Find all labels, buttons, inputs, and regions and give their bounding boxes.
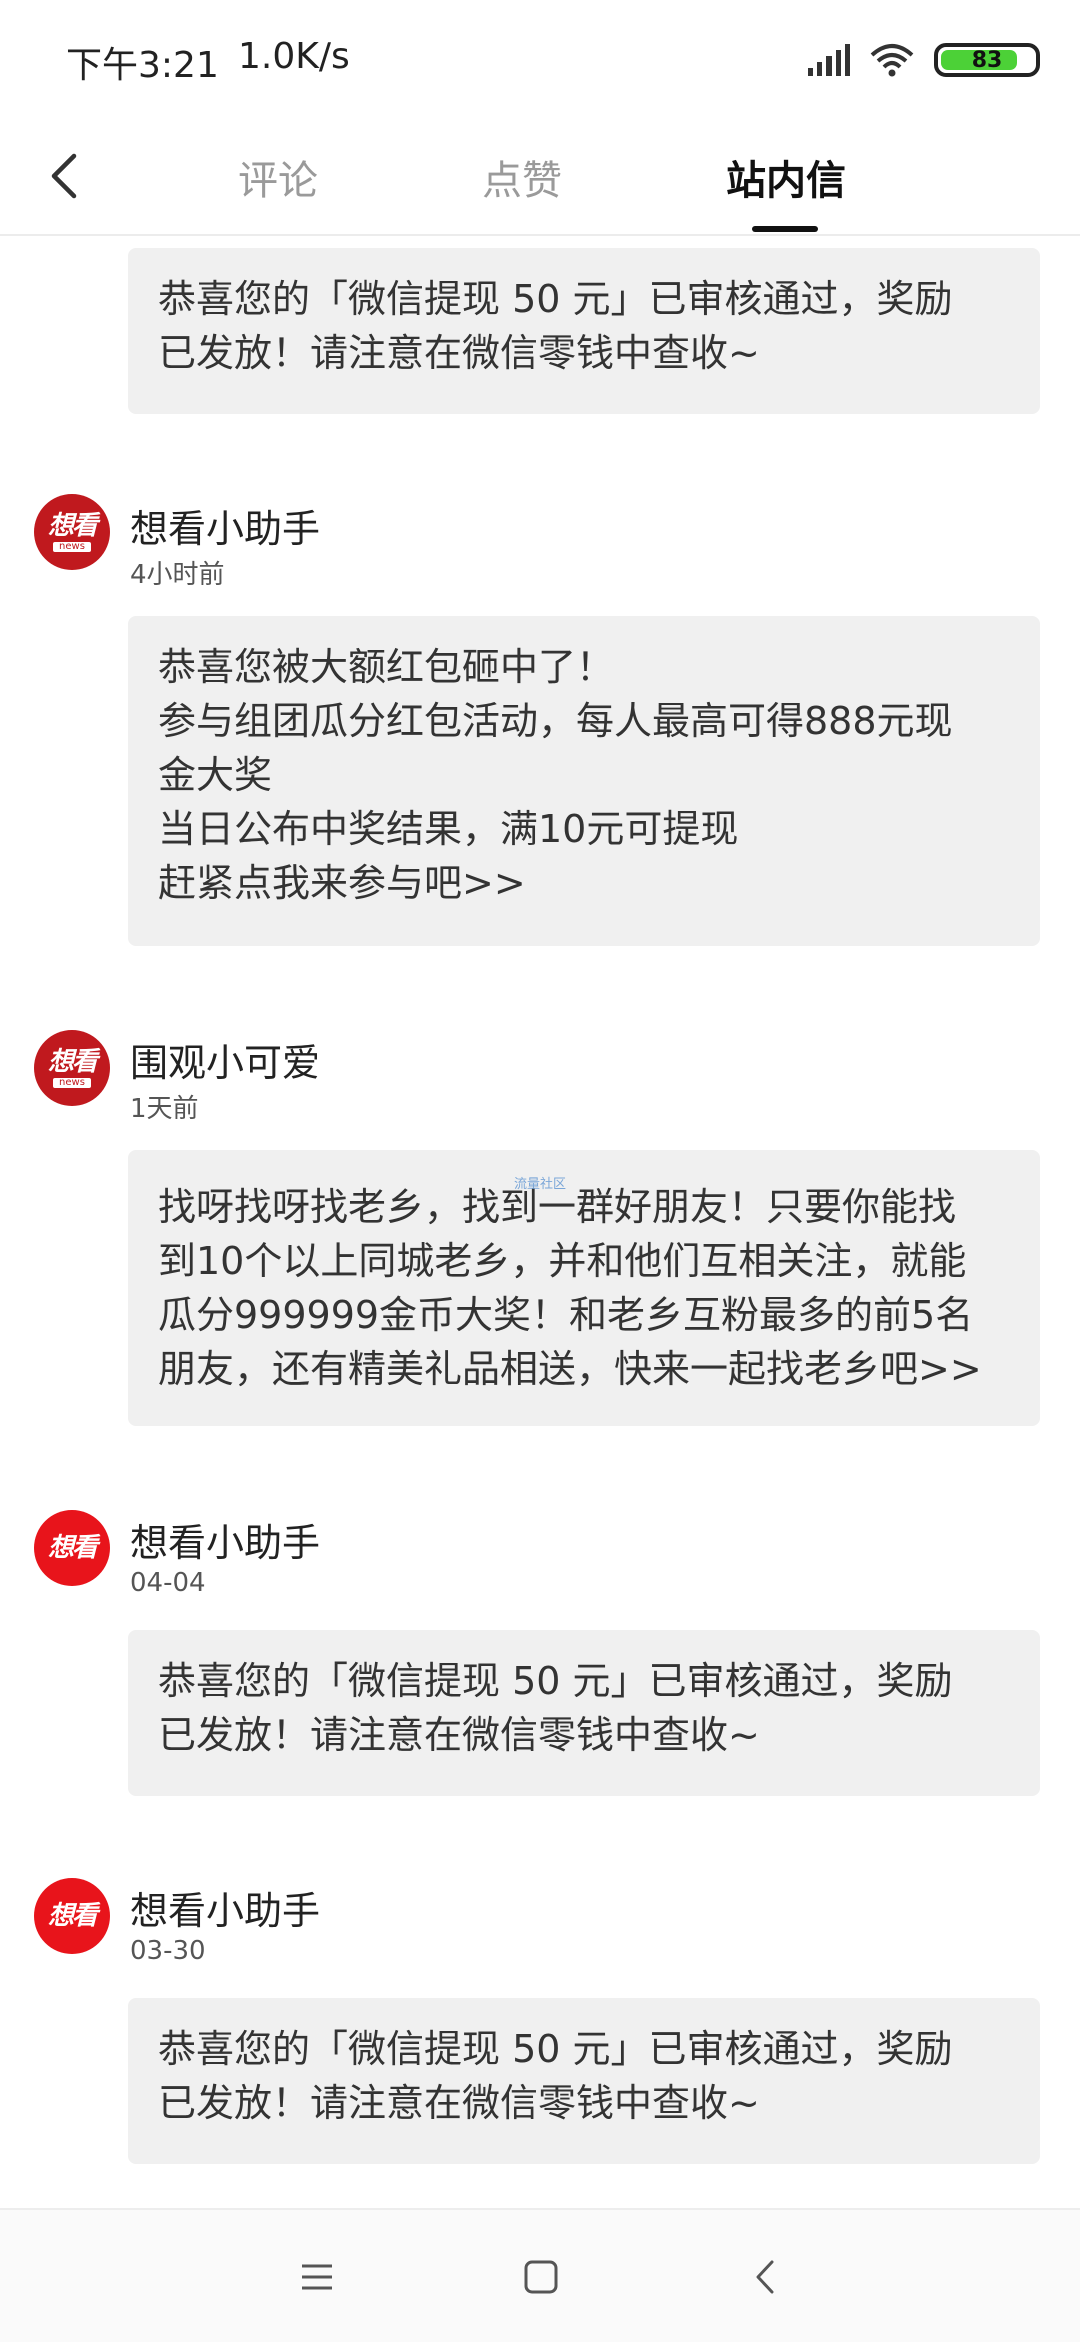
sender-name[interactable]: 想看小助手 bbox=[130, 498, 320, 553]
tab-inbox[interactable]: 站内信 bbox=[726, 148, 846, 206]
avatar[interactable]: 想看 news bbox=[34, 494, 110, 570]
avatar-logo-text: 想看 bbox=[47, 1533, 98, 1563]
message-line: 瓜分999999金币大奖！和老乡互粉最多的前5名 bbox=[158, 1293, 974, 1337]
message-bubble[interactable]: 恭喜您的「微信提现 50 元」已审核通过，奖励 已发放！请注意在微信零钱中查收~ bbox=[128, 1630, 1040, 1796]
system-nav-bar bbox=[0, 2208, 1080, 2342]
message-bubble[interactable]: 恭喜您被大额红包砸中了！ 参与组团瓜分红包活动，每人最高可得888元现 金大奖 … bbox=[128, 616, 1040, 946]
avatar[interactable]: 想看 bbox=[34, 1878, 110, 1954]
battery-icon: 83 bbox=[934, 43, 1040, 77]
message-line: 当日公布中奖结果，满10元可提现 bbox=[158, 807, 739, 851]
avatar-logo-text: 想看 bbox=[47, 1047, 98, 1077]
wifi-icon bbox=[870, 44, 914, 77]
back-button[interactable] bbox=[40, 146, 90, 206]
avatar-logo-text: 想看 bbox=[47, 1901, 98, 1931]
message-time: 4小时前 bbox=[130, 560, 225, 590]
sender-name[interactable]: 想看小助手 bbox=[130, 1880, 320, 1935]
message-line: 赶紧点我来参与吧>> bbox=[158, 861, 526, 905]
message-line: 恭喜您的「微信提现 50 元」已审核通过，奖励 bbox=[158, 277, 953, 321]
message-line: 已发放！请注意在微信零钱中查收~ bbox=[158, 2081, 760, 2125]
message-line: 到10个以上同城老乡，并和他们互相关注，就能 bbox=[158, 1239, 967, 1283]
menu-icon[interactable] bbox=[294, 2254, 340, 2300]
message-line: 已发放！请注意在微信零钱中查收~ bbox=[158, 331, 760, 375]
tab-active-indicator bbox=[752, 226, 818, 232]
back-nav-icon[interactable] bbox=[744, 2254, 790, 2300]
message-bubble[interactable]: 恭喜您的「微信提现 50 元」已审核通过，奖励 已发放！请注意在微信零钱中查收~ bbox=[128, 1998, 1040, 2164]
message-line: 金大奖 bbox=[158, 753, 273, 797]
battery-percent: 83 bbox=[971, 47, 1003, 73]
status-time: 下午3:21 bbox=[66, 45, 219, 86]
message-time: 04-04 bbox=[130, 1568, 206, 1598]
message-line: 恭喜您的「微信提现 50 元」已审核通过，奖励 bbox=[158, 1659, 953, 1703]
message-list[interactable]: 恭喜您的「微信提现 50 元」已审核通过，奖励 已发放！请注意在微信零钱中查收~… bbox=[0, 236, 1080, 2206]
message-line: 朋友，还有精美礼品相送，快来一起找老乡吧>> bbox=[158, 1347, 982, 1391]
header: 评论 点赞 站内信 bbox=[0, 120, 1080, 236]
message-line: 已发放！请注意在微信零钱中查收~ bbox=[158, 1713, 760, 1757]
message-time: 1天前 bbox=[130, 1094, 199, 1124]
status-bar: 下午3:21 1.0K/s 83 bbox=[0, 0, 1080, 120]
status-icons: 83 bbox=[808, 40, 1040, 80]
message-line: 恭喜您的「微信提现 50 元」已审核通过，奖励 bbox=[158, 2027, 953, 2071]
tab-comments[interactable]: 评论 bbox=[238, 148, 318, 206]
avatar-logo-text: 想看 bbox=[47, 511, 98, 541]
avatar[interactable]: 想看 news bbox=[34, 1030, 110, 1106]
home-icon[interactable] bbox=[518, 2254, 564, 2300]
message-line: 参与组团瓜分红包活动，每人最高可得888元现 bbox=[158, 699, 953, 743]
message-time: 03-30 bbox=[130, 1936, 206, 1966]
avatar-logo-sub: news bbox=[53, 1078, 91, 1088]
message-bubble[interactable]: 恭喜您的「微信提现 50 元」已审核通过，奖励 已发放！请注意在微信零钱中查收~ bbox=[128, 248, 1040, 414]
message-bubble[interactable]: 流量社区 找呀找呀找老乡，找到一群好朋友！只要你能找 到10个以上同城老乡，并和… bbox=[128, 1150, 1040, 1426]
avatar-logo-sub: news bbox=[53, 542, 91, 552]
signal-icon bbox=[808, 44, 851, 76]
sender-name[interactable]: 想看小助手 bbox=[130, 1512, 320, 1567]
network-speed: 1.0K/s bbox=[238, 36, 350, 77]
tab-likes[interactable]: 点赞 bbox=[482, 148, 562, 206]
message-line: 恭喜您被大额红包砸中了！ bbox=[158, 645, 615, 689]
avatar[interactable]: 想看 bbox=[34, 1510, 110, 1586]
sender-name[interactable]: 围观小可爱 bbox=[130, 1032, 320, 1087]
watermark: 流量社区 bbox=[514, 1177, 567, 1192]
message-line: 找呀找呀找老乡，找到一群好朋友！只要你能找 bbox=[158, 1185, 957, 1229]
